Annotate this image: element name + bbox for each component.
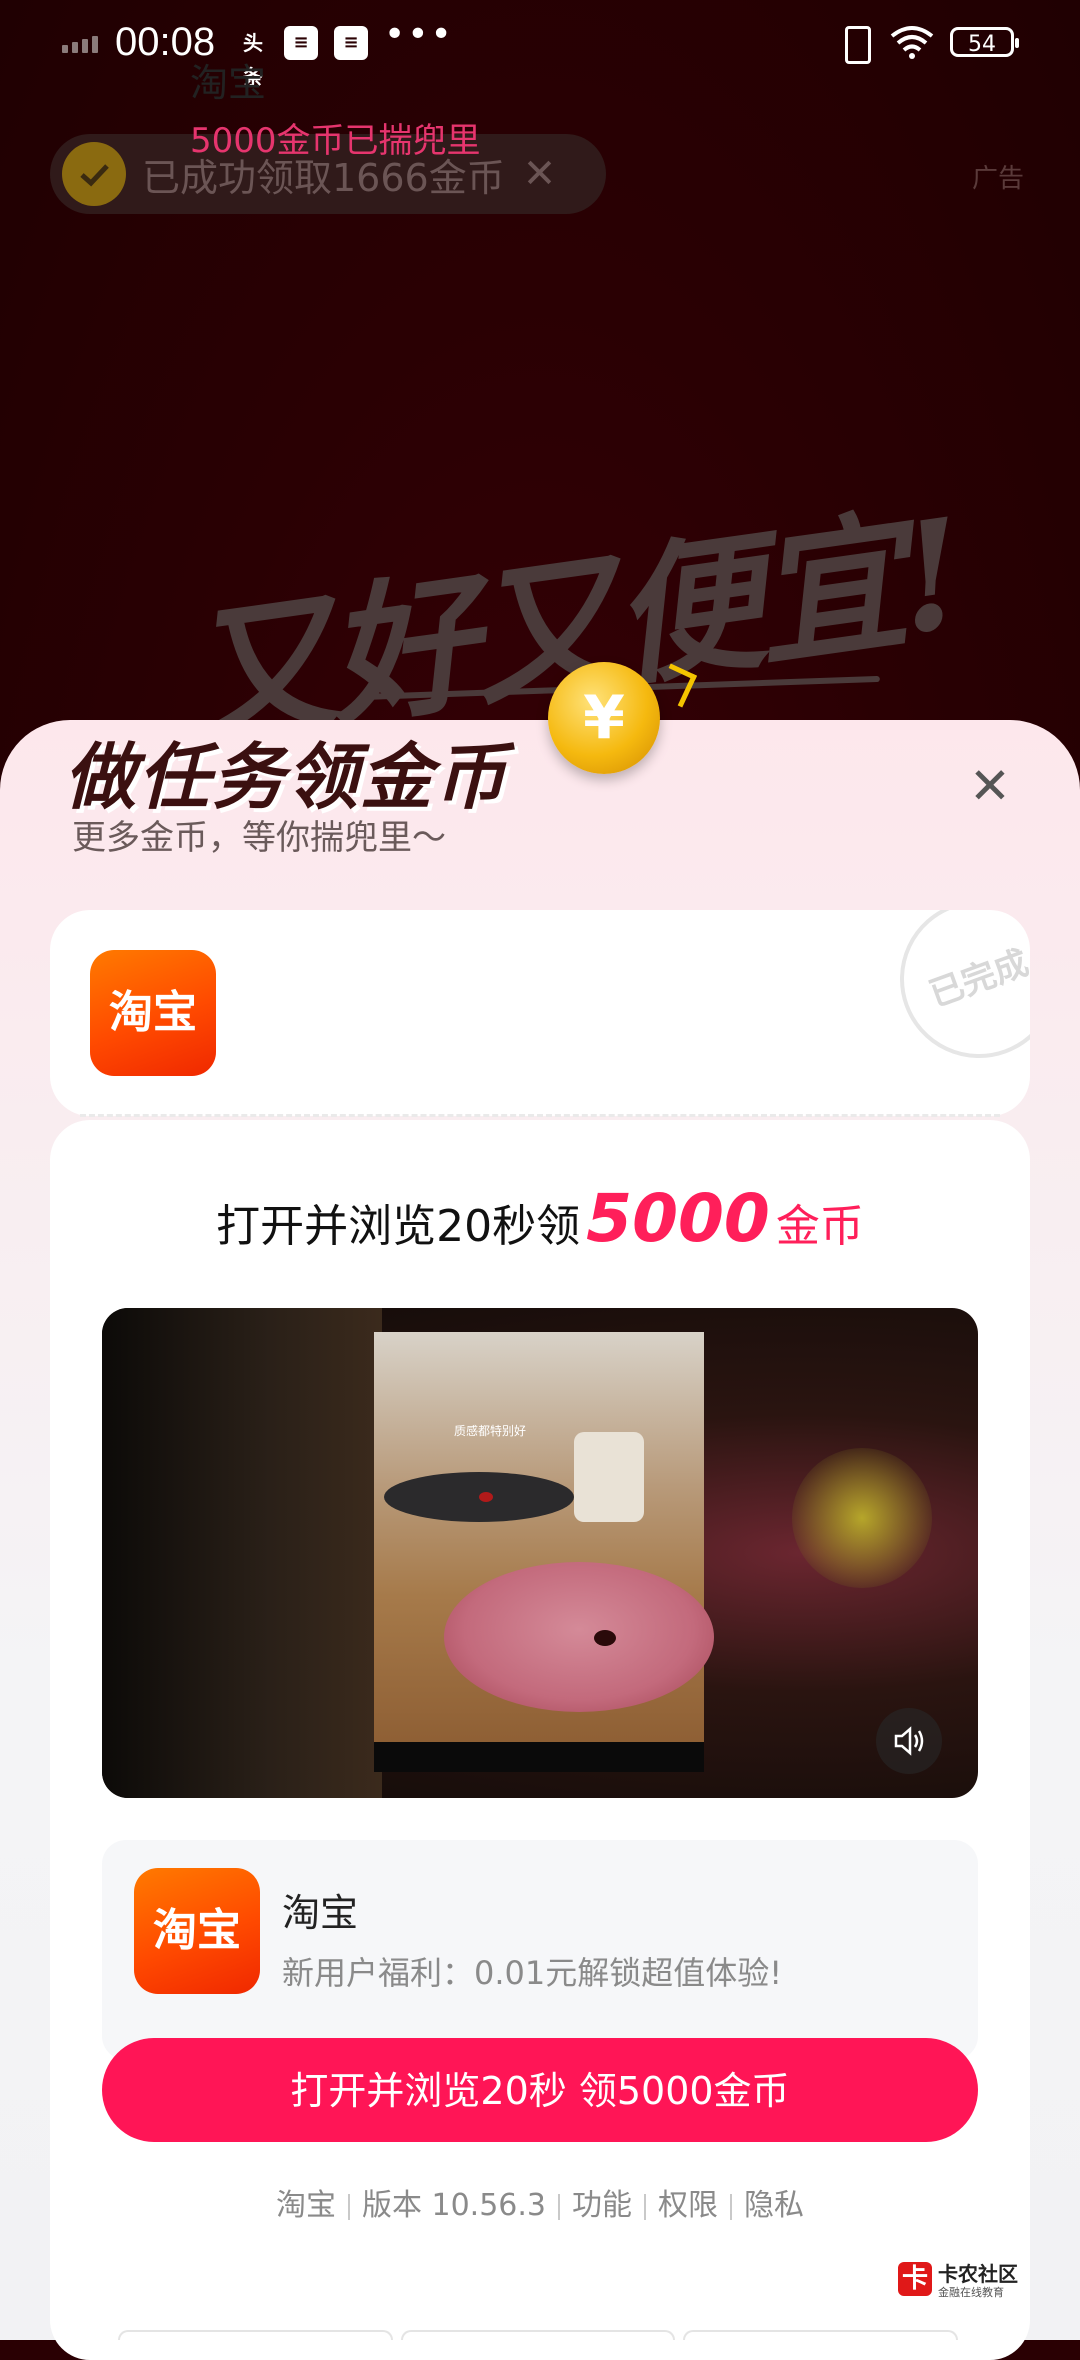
signal-icon <box>62 36 98 53</box>
dark-plate <box>384 1472 574 1522</box>
more-notifications-icon: ••• <box>384 14 454 55</box>
task-headline-suffix: 金币 <box>775 1201 864 1252</box>
completed-stamp: 已完成 <box>877 910 1030 1081</box>
taobao-app-icon: 淘宝 <box>90 950 216 1076</box>
app-version: 版本 10.56.3 <box>361 2188 547 2223</box>
permissions-link[interactable]: 权限 <box>658 2188 718 2223</box>
pink-plate <box>444 1562 714 1712</box>
task-reward-amount: 5000 <box>586 1180 770 1257</box>
sheet-subtitle: 更多金币，等你揣兜里～ <box>72 818 446 858</box>
gold-coin-icon: ¥ <box>548 662 660 774</box>
meta-separator <box>644 2193 647 2220</box>
sim-card-icon-2: ≡ <box>334 26 368 60</box>
sim-card-icon: ≡ <box>284 26 318 60</box>
video-caption: 质感都特别好 <box>454 1424 527 1438</box>
developer-name: 淘宝 <box>275 2188 336 2223</box>
open-and-browse-button[interactable]: 打开并浏览20秒 领5000金币 <box>102 2038 978 2142</box>
battery-icon: 54 <box>950 27 1019 57</box>
video-frame: 质感都特别好 <box>374 1332 714 1772</box>
completed-task-app-name: 淘宝 <box>190 61 267 105</box>
completed-task-status: 5000金币已揣兜里 <box>190 121 481 161</box>
ad-label: 广告 <box>972 164 1025 194</box>
sheet-title: 做任务领金币 <box>64 735 509 819</box>
check-icon <box>62 142 126 206</box>
watermark: 卡 卡农社区 金融在线教育 <box>898 2258 1038 2302</box>
vibrate-icon <box>845 26 871 64</box>
app-meta-row: 淘宝 版本 10.56.3 功能 权限 隐私 <box>0 2180 1080 2224</box>
meta-separator <box>347 2193 350 2220</box>
meta-separator <box>730 2193 733 2220</box>
video-frame-bottom-bar <box>374 1742 704 1772</box>
taobao-app-icon: 淘宝 <box>134 1868 260 1994</box>
advertised-app-name: 淘宝 <box>282 1891 359 1935</box>
video-blur-left <box>102 1308 382 1798</box>
watermark-subtitle: 金融在线教育 <box>938 2286 1004 2299</box>
next-card-peek <box>118 2330 959 2340</box>
watermark-title: 卡农社区 <box>938 2262 1018 2286</box>
task-headline-prefix: 打开并浏览20秒领 <box>216 1201 581 1252</box>
features-link[interactable]: 功能 <box>572 2188 632 2223</box>
video-blur-highlight <box>792 1448 932 1588</box>
status-bar: 00:08 头条 ≡ ≡ ••• 54 <box>0 0 1080 90</box>
task-headline: 打开并浏览20秒领5000 金币 <box>0 1180 1080 1257</box>
meta-separator <box>558 2193 561 2220</box>
utensil-jar <box>574 1432 644 1522</box>
toast-close-icon[interactable]: ✕ <box>523 151 557 197</box>
advertised-app-description: 新用户福利：0.01元解锁超值体验! <box>282 1954 783 1992</box>
ad-video-player[interactable]: 质感都特别好 <box>102 1308 978 1798</box>
divider <box>80 1114 1000 1117</box>
wifi-icon <box>890 26 934 59</box>
volume-button[interactable] <box>876 1708 942 1774</box>
privacy-link[interactable]: 隐私 <box>744 2188 804 2223</box>
close-sheet-button[interactable]: ✕ <box>962 758 1018 814</box>
watermark-logo-icon: 卡 <box>898 2262 932 2296</box>
speaker-icon <box>894 1726 924 1756</box>
completed-task-card: 淘宝 已完成 <box>50 910 1030 1116</box>
